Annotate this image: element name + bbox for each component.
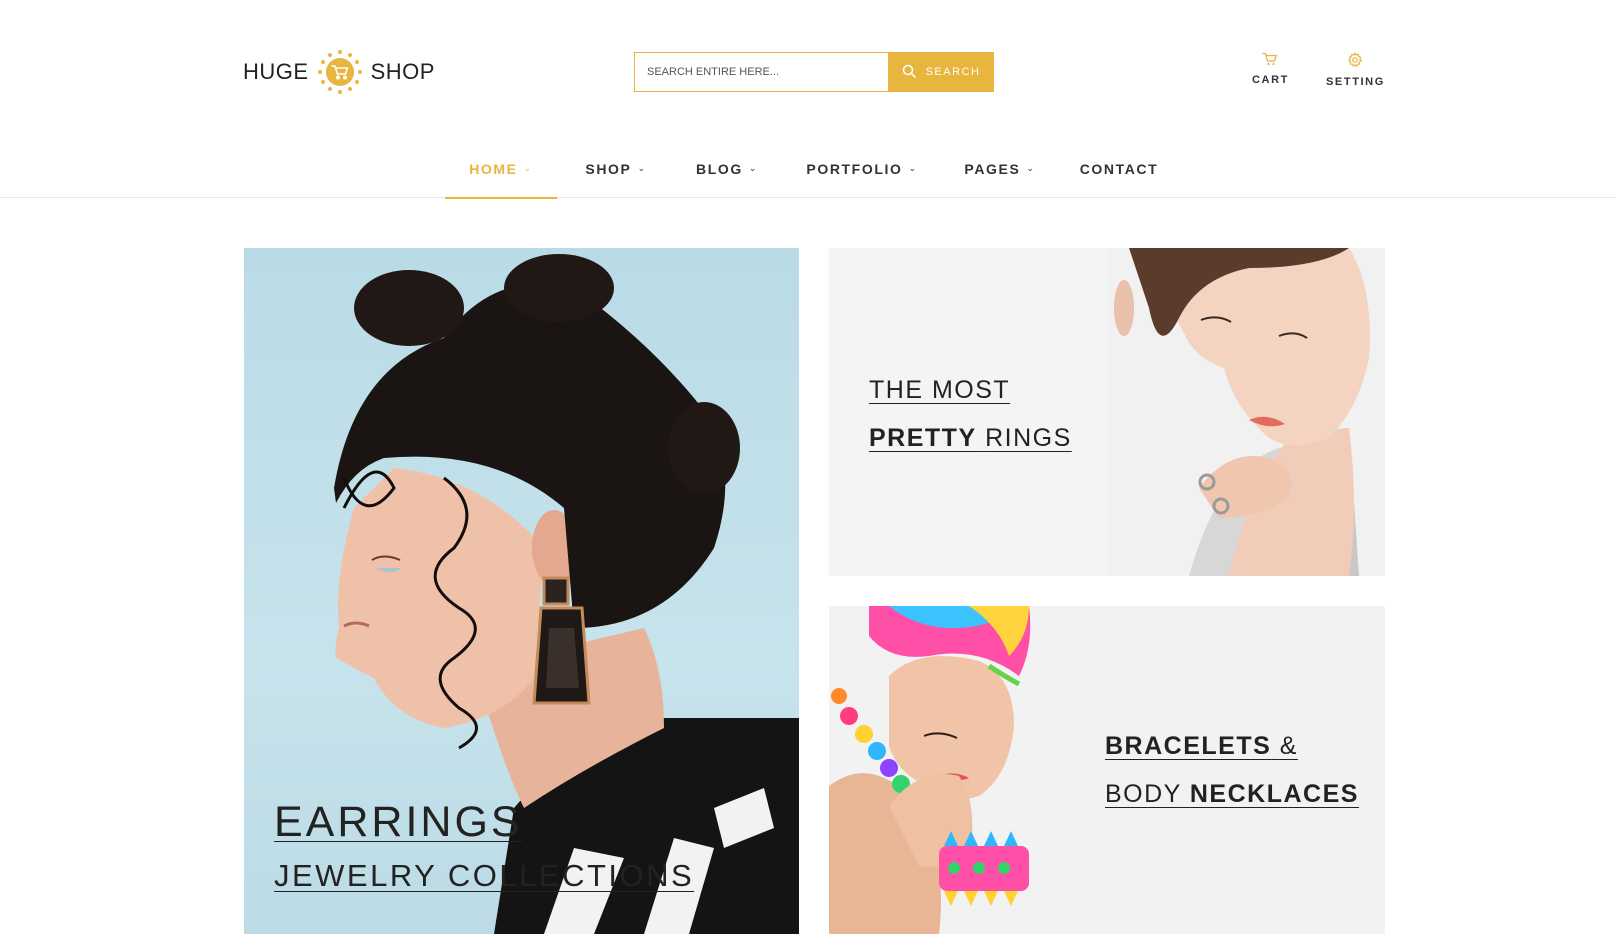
gear-icon	[1347, 52, 1363, 71]
nav-item-label: BLOG	[696, 161, 743, 177]
nav-item-label: PORTFOLIO	[806, 161, 903, 177]
earrings-title: EARRINGS	[274, 798, 523, 846]
chevron-down-icon: ⌄	[908, 162, 918, 173]
rings-line-2: PRETTY RINGS	[869, 424, 1072, 452]
search-button-label: SEARCH	[925, 66, 981, 78]
cart-label: CART	[1252, 74, 1289, 86]
setting-label: SETTING	[1326, 76, 1385, 88]
site-header: HUGE SHOP SEARCH ENTIRE HERE... SEARCH C…	[0, 0, 1616, 140]
brand-logo[interactable]: HUGE SHOP	[243, 48, 435, 96]
nav-item-label: CONTACT	[1079, 161, 1159, 177]
search-icon	[902, 64, 916, 81]
nav-item-blog[interactable]: BLOG ⌄	[688, 140, 766, 198]
chevron-down-icon: ⌄	[637, 162, 647, 173]
search-input[interactable]	[634, 52, 888, 92]
search-button[interactable]: SEARCH	[888, 52, 994, 92]
chevron-down-icon: ⌄	[523, 162, 533, 173]
banner-necklaces-image	[829, 606, 1031, 934]
nav-item-shop[interactable]: SHOP ⌄	[576, 140, 656, 198]
cart-badge-icon	[317, 49, 363, 95]
banner-earrings[interactable]: EARRINGS JEWELRY COLLECTIONS	[244, 248, 799, 934]
necklaces-line-1: BRACELETS &	[1105, 732, 1298, 760]
brand-name-right: SHOP	[370, 59, 435, 84]
nav-item-contact[interactable]: CONTACT	[1076, 140, 1162, 198]
main-nav: HOME ⌄ SHOP ⌄ BLOG ⌄ PORTFOLIO ⌄ PAGES ⌄…	[0, 140, 1616, 199]
setting-button[interactable]: SETTING	[1326, 52, 1385, 88]
nav-item-label: HOME	[469, 161, 518, 177]
banner-necklaces[interactable]: BRACELETS & BODY NECKLACES	[829, 606, 1385, 934]
chevron-down-icon: ⌄	[748, 162, 758, 173]
nav-item-label: PAGES	[964, 161, 1021, 177]
banner-rings-image	[1109, 248, 1385, 576]
rings-line-1: THE MOST	[869, 376, 1011, 404]
earrings-subtitle: JEWELRY COLLECTIONS	[274, 858, 695, 893]
nav-item-pages[interactable]: PAGES ⌄	[958, 140, 1042, 198]
necklaces-line-2: BODY NECKLACES	[1105, 780, 1359, 808]
cart-icon	[1262, 52, 1278, 69]
search-bar: SEARCH	[634, 52, 994, 92]
chevron-down-icon: ⌄	[1026, 162, 1036, 173]
nav-item-home[interactable]: HOME ⌄	[445, 140, 557, 199]
brand-name-left: HUGE	[243, 59, 309, 84]
nav-item-label: SHOP	[585, 161, 632, 177]
banner-rings[interactable]: THE MOST PRETTY RINGS	[829, 248, 1385, 576]
nav-item-portfolio[interactable]: PORTFOLIO ⌄	[800, 140, 924, 198]
cart-button[interactable]: CART	[1252, 52, 1289, 86]
